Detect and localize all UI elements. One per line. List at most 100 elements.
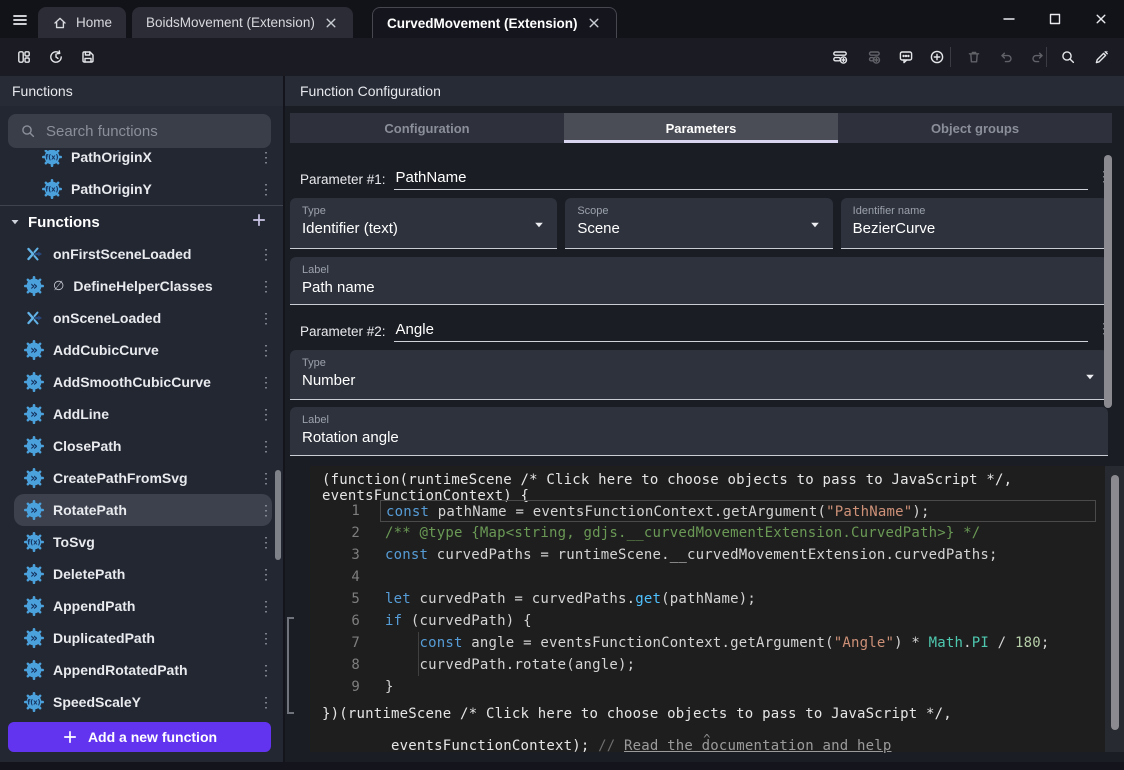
sidebar-item-onSceneLoaded[interactable]: onSceneLoaded⋮ bbox=[0, 302, 283, 334]
parameter-1-identifier-input[interactable]: Identifier name BezierCurve bbox=[841, 198, 1108, 249]
maximize-button[interactable] bbox=[1032, 0, 1078, 38]
item-menu-icon[interactable]: ⋮ bbox=[259, 374, 273, 391]
add-more-icon[interactable] bbox=[925, 45, 949, 69]
code-line[interactable]: 2/** @type {Map<string, gdjs.__curvedMov… bbox=[310, 522, 1124, 544]
editor-expand-caret[interactable]: ^ bbox=[310, 732, 1104, 746]
function-name: PathOriginX bbox=[71, 150, 250, 165]
item-menu-icon[interactable]: ⋮ bbox=[259, 278, 273, 295]
action-icon: » bbox=[24, 276, 44, 296]
close-icon[interactable] bbox=[323, 15, 339, 31]
add-function-plus-icon[interactable] bbox=[251, 212, 271, 232]
svg-text:»: » bbox=[30, 663, 38, 677]
code-line[interactable]: 8 curvedPath.rotate(angle); bbox=[310, 654, 1124, 676]
parameters-scrollbar[interactable] bbox=[1104, 155, 1112, 408]
save-icon[interactable] bbox=[76, 45, 100, 69]
code-token: (pathName); bbox=[661, 591, 756, 607]
sidebar-item-CreatePathFromSvg[interactable]: »CreatePathFromSvg⋮ bbox=[0, 462, 283, 494]
search-functions-input[interactable]: Search functions bbox=[8, 114, 271, 148]
code-token: const bbox=[420, 635, 472, 651]
wrapper-line[interactable]: (function(runtimeScene /* Click here to … bbox=[322, 472, 1112, 488]
code-line[interactable]: 1const pathName = eventsFunctionContext.… bbox=[310, 500, 1124, 522]
function-icon: f(x) bbox=[24, 532, 44, 552]
trash-icon[interactable] bbox=[962, 45, 986, 69]
item-menu-icon[interactable]: ⋮ bbox=[259, 630, 273, 647]
editor-scrollbar-thumb[interactable] bbox=[1111, 475, 1119, 730]
item-menu-icon[interactable]: ⋮ bbox=[259, 342, 273, 359]
item-menu-icon[interactable]: ⋮ bbox=[259, 470, 273, 487]
item-menu-icon[interactable]: ⋮ bbox=[259, 406, 273, 423]
tab-home[interactable]: Home bbox=[38, 7, 126, 38]
sidebar-item-DeletePath[interactable]: »DeletePath⋮ bbox=[0, 558, 283, 590]
sidebar-item-RotatePath[interactable]: »RotatePath⋮ bbox=[0, 494, 283, 526]
close-window-button[interactable] bbox=[1078, 0, 1124, 38]
sidebar-item-AppendPath[interactable]: »AppendPath⋮ bbox=[0, 590, 283, 622]
tab-curvedmovement[interactable]: CurvedMovement (Extension) bbox=[372, 7, 617, 38]
parameter-2-name-input[interactable]: Angle bbox=[394, 321, 1088, 342]
item-menu-icon[interactable]: ⋮ bbox=[259, 534, 273, 551]
function-name: AppendRotatedPath bbox=[53, 662, 250, 678]
close-icon[interactable] bbox=[586, 15, 602, 31]
tab-boidsmovement[interactable]: BoidsMovement (Extension) bbox=[132, 7, 353, 38]
parameter-1-name-input[interactable]: PathName bbox=[394, 169, 1088, 190]
scene-event-icon bbox=[24, 244, 44, 264]
sidebar-item-DefineHelperClasses[interactable]: »∅DefineHelperClasses⋮ bbox=[0, 270, 283, 302]
wrapper-line[interactable]: })(runtimeScene /* Click here to choose … bbox=[322, 706, 1112, 722]
add-new-function-button[interactable]: Add a new function bbox=[8, 722, 271, 752]
sidebar-item-PathOriginY[interactable]: f(x)PathOriginY⋮ bbox=[0, 173, 283, 205]
item-menu-icon[interactable]: ⋮ bbox=[259, 662, 273, 679]
functions-sidebar: Functions Search functions f(x)PathOrigi… bbox=[0, 76, 283, 762]
code-line[interactable]: 9} bbox=[310, 676, 1124, 698]
item-menu-icon[interactable]: ⋮ bbox=[259, 150, 273, 166]
code-line[interactable]: 7 const angle = eventsFunctionContext.ge… bbox=[310, 632, 1124, 654]
code-line[interactable]: 3const curvedPaths = runtimeScene.__curv… bbox=[310, 544, 1124, 566]
item-menu-icon[interactable]: ⋮ bbox=[259, 181, 273, 198]
add-event-icon[interactable] bbox=[828, 45, 852, 69]
functions-section-header[interactable]: Functions bbox=[0, 206, 283, 238]
sidebar-item-DuplicatedPath[interactable]: »DuplicatedPath⋮ bbox=[0, 622, 283, 654]
sidebar-item-ClosePath[interactable]: »ClosePath⋮ bbox=[0, 430, 283, 462]
project-manager-icon[interactable] bbox=[12, 45, 36, 69]
add-subevent-icon[interactable] bbox=[861, 45, 885, 69]
search-icon[interactable] bbox=[1056, 45, 1080, 69]
item-menu-icon[interactable]: ⋮ bbox=[259, 598, 273, 615]
tab-configuration[interactable]: Configuration bbox=[290, 113, 564, 143]
parameter-1-scope-select[interactable]: Scope Scene bbox=[565, 198, 832, 249]
sidebar-title-label: Functions bbox=[12, 83, 73, 99]
tab-object-groups[interactable]: Object groups bbox=[838, 113, 1112, 143]
sidebar-item-PathOriginX[interactable]: f(x)PathOriginX⋮ bbox=[0, 150, 283, 173]
history-icon[interactable] bbox=[44, 45, 68, 69]
code-line[interactable]: 6if (curvedPath) { bbox=[310, 610, 1124, 632]
sidebar-item-AddCubicCurve[interactable]: »AddCubicCurve⋮ bbox=[0, 334, 283, 366]
add-comment-icon[interactable] bbox=[894, 45, 918, 69]
edit-pen-icon[interactable] bbox=[1090, 45, 1114, 69]
tab-parameters[interactable]: Parameters bbox=[564, 113, 838, 143]
sidebar-item-AddSmoothCubicCurve[interactable]: »AddSmoothCubicCurve⋮ bbox=[0, 366, 283, 398]
sidebar-item-onFirstSceneLoaded[interactable]: onFirstSceneLoaded⋮ bbox=[0, 238, 283, 270]
item-menu-icon[interactable]: ⋮ bbox=[259, 310, 273, 327]
item-menu-icon[interactable]: ⋮ bbox=[259, 246, 273, 263]
undo-icon[interactable] bbox=[994, 45, 1018, 69]
code-line[interactable]: 5let curvedPath = curvedPaths.get(pathNa… bbox=[310, 588, 1124, 610]
action-icon: » bbox=[24, 660, 44, 680]
action-icon: » bbox=[24, 468, 44, 488]
sidebar-item-AddLine[interactable]: »AddLine⋮ bbox=[0, 398, 283, 430]
sidebar-item-ToSvg[interactable]: f(x)ToSvg⋮ bbox=[0, 526, 283, 558]
item-menu-icon[interactable]: ⋮ bbox=[259, 694, 273, 711]
sidebar-item-AppendRotatedPath[interactable]: » AppendRotatedPath ⋮ bbox=[0, 654, 283, 686]
parameter-2-type-select[interactable]: Type Number bbox=[290, 350, 1108, 400]
item-menu-icon[interactable]: ⋮ bbox=[259, 502, 273, 519]
sidebar-item-SpeedScaleY[interactable]: f(x)SpeedScaleY⋮ bbox=[0, 686, 283, 718]
field-label: Type bbox=[290, 198, 557, 217]
item-menu-icon[interactable]: ⋮ bbox=[259, 566, 273, 583]
parameter-1-type-select[interactable]: Type Identifier (text) bbox=[290, 198, 557, 249]
minimize-button[interactable] bbox=[986, 0, 1032, 38]
sidebar-scrollbar[interactable] bbox=[275, 470, 281, 560]
javascript-code-editor[interactable]: (function(runtimeScene /* Click here to … bbox=[310, 466, 1124, 752]
parameter-1-label-input[interactable]: Label Path name bbox=[290, 257, 1108, 305]
code-line[interactable]: 4 bbox=[310, 566, 1124, 588]
hamburger-menu-icon[interactable] bbox=[8, 8, 32, 32]
parameter-2-label-input[interactable]: Label Rotation angle bbox=[290, 407, 1108, 456]
function-name: DeletePath bbox=[53, 566, 250, 582]
code-token: / bbox=[989, 635, 1015, 651]
item-menu-icon[interactable]: ⋮ bbox=[259, 438, 273, 455]
